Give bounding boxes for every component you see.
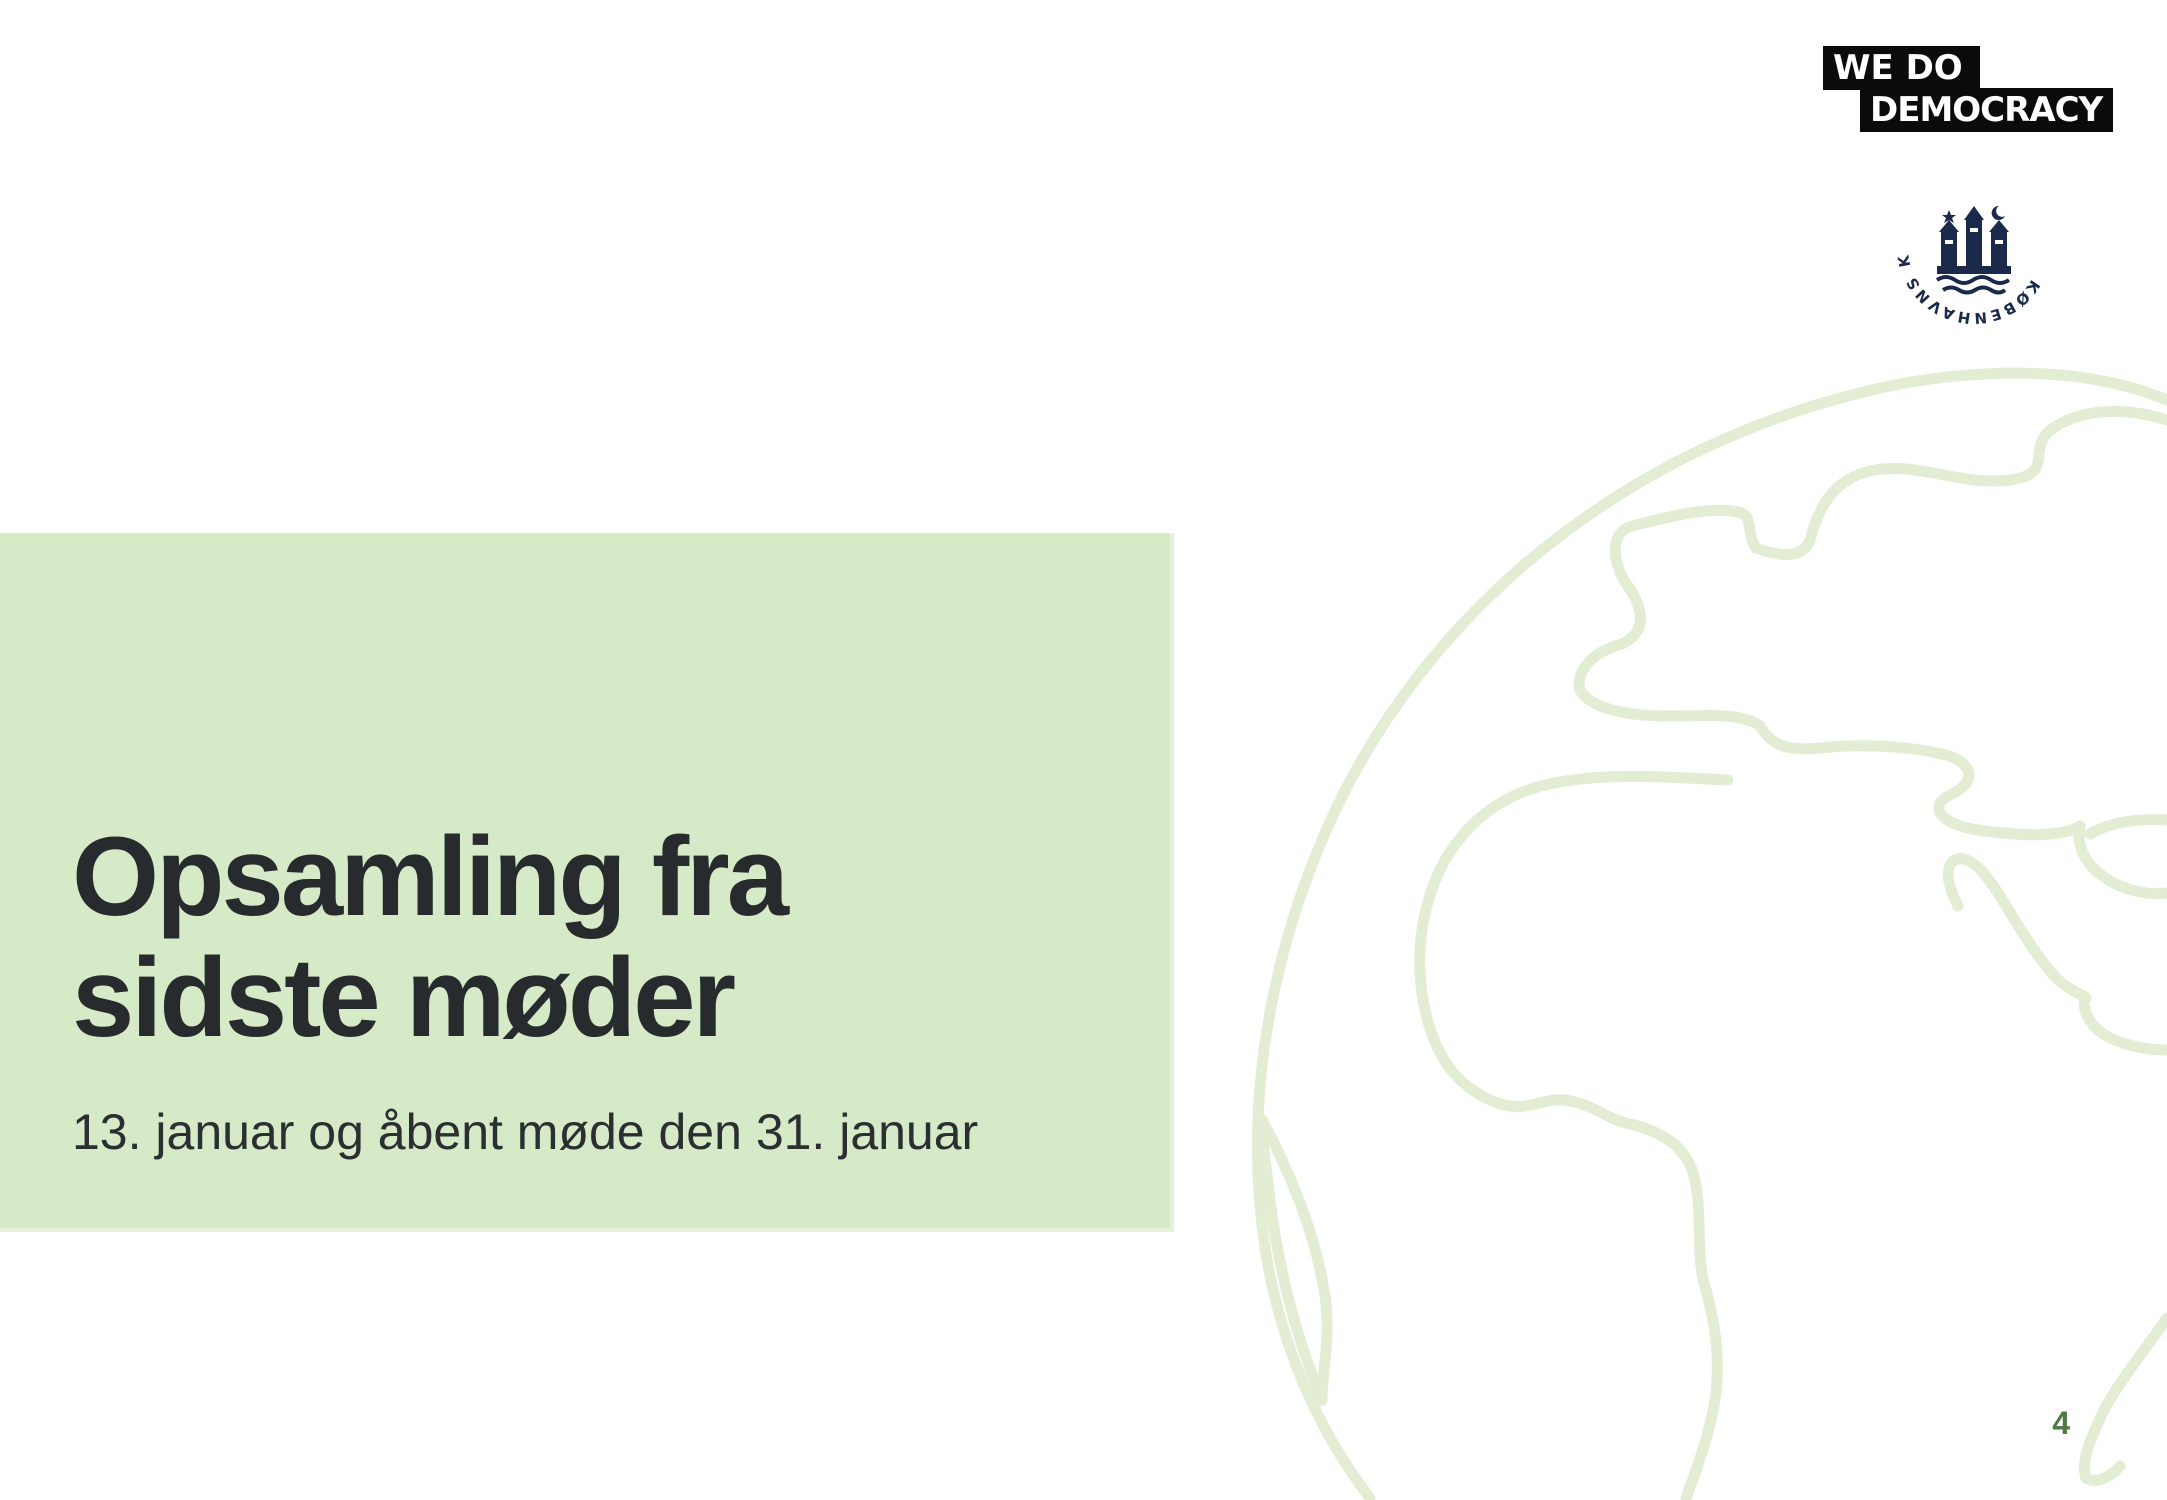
title-line-1: Opsamling fra <box>72 814 789 939</box>
slide-title: Opsamling fra sidste møder <box>72 816 1132 1058</box>
we-do-democracy-logo: WE DO DEMOCRACY <box>1823 46 2113 132</box>
slide-subtitle: 13. januar og åbent møde den 31. januar <box>72 1104 979 1160</box>
logo-line-democracy: DEMOCRACY <box>1860 88 2113 132</box>
slide: Opsamling fra sidste møder 13. januar og … <box>0 0 2167 1500</box>
logo-line-we-do: WE DO <box>1823 46 1980 90</box>
copenhagen-coat-of-arms-icon: KØBENHAVNS KOMMUNE <box>1893 166 2041 327</box>
title-line-2: sidste møder <box>72 935 736 1060</box>
page-number: 4 <box>2052 1405 2070 1441</box>
